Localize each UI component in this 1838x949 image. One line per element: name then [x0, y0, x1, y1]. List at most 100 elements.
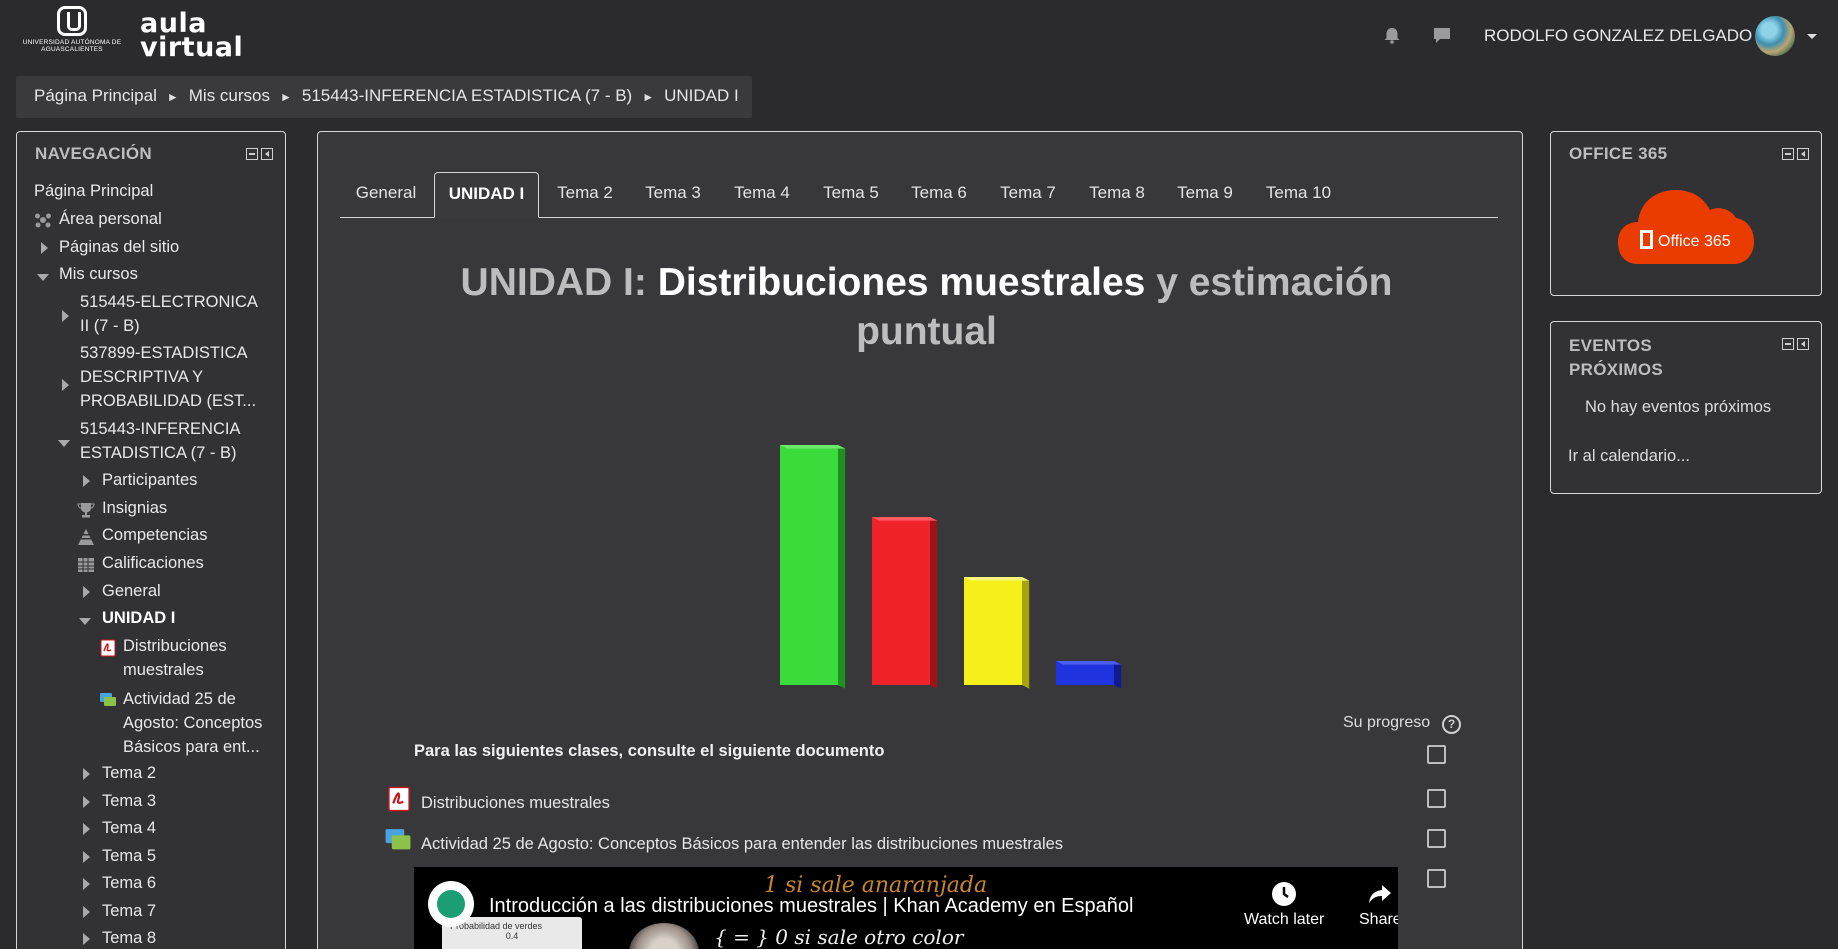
decorative-bar-top-4: [1056, 661, 1122, 665]
video-gumball-image: [629, 923, 699, 949]
tab-tema-4[interactable]: Tema 4: [720, 172, 804, 218]
nav-unidad-1[interactable]: UNIDAD I: [102, 606, 175, 630]
expand-arrow-icon[interactable]: [83, 475, 90, 487]
youtube-video-embed[interactable]: 1 si sale anaranjada Probabilidad de ver…: [414, 867, 1398, 949]
tab-tema-5[interactable]: Tema 5: [809, 172, 893, 218]
decorative-bar-side-4: [1114, 661, 1122, 689]
expand-arrow-icon[interactable]: [83, 823, 90, 835]
nav-course-inferencia[interactable]: 515443-INFERENCIA ESTADISTICA (7 - B): [80, 417, 240, 465]
messages-icon[interactable]: [1432, 25, 1452, 45]
nav-site-pages[interactable]: Páginas del sitio: [59, 235, 179, 259]
nav-tema-5[interactable]: Tema 5: [102, 844, 156, 868]
expand-arrow-icon[interactable]: [83, 933, 90, 945]
dashboard-icon: [35, 213, 51, 228]
collapse-block-icon[interactable]: [1782, 338, 1794, 350]
expand-arrow-icon[interactable]: [83, 851, 90, 863]
expand-arrow-icon[interactable]: [83, 586, 90, 598]
khan-academy-logo-icon[interactable]: [428, 881, 474, 927]
activity-link-distribuciones[interactable]: Distribuciones muestrales: [421, 794, 610, 813]
dock-block-icon[interactable]: [1797, 148, 1809, 160]
progress-label: Su progreso: [1343, 714, 1431, 731]
help-icon[interactable]: ?: [1442, 715, 1461, 734]
expand-arrow-icon[interactable]: [62, 310, 69, 322]
decorative-bar-side-2: [930, 517, 938, 689]
nav-home[interactable]: Página Principal: [34, 179, 153, 203]
university-logo-text: UNIVERSIDAD AUTÓNOMA DE AGUASCALIENTES: [22, 39, 122, 53]
breadcrumb-home[interactable]: Página Principal: [34, 86, 157, 105]
tab-tema-6[interactable]: Tema 6: [897, 172, 981, 218]
nav-tema-8[interactable]: Tema 8: [102, 926, 156, 949]
completion-checkbox[interactable]: [1427, 869, 1446, 888]
office365-cloud-logo[interactable]: Office 365: [1618, 180, 1754, 266]
notifications-icon[interactable]: [1382, 25, 1402, 45]
decorative-bar-3: [964, 577, 1022, 685]
collapse-arrow-icon[interactable]: [79, 618, 91, 625]
section-title-prefix: UNIDAD I:: [460, 261, 658, 304]
tab-tema-3[interactable]: Tema 3: [631, 172, 715, 218]
aula-virtual-logo[interactable]: aula virtual: [140, 10, 243, 61]
dock-block-icon[interactable]: [261, 148, 273, 160]
expand-arrow-icon[interactable]: [83, 796, 90, 808]
expand-arrow-icon[interactable]: [62, 379, 69, 391]
breadcrumb-section[interactable]: UNIDAD I: [664, 86, 739, 105]
tab-unidad-1[interactable]: UNIDAD I: [434, 172, 539, 218]
nav-resource-distribuciones[interactable]: Distribuciones muestrales: [123, 634, 227, 682]
collapse-arrow-icon[interactable]: [58, 440, 70, 447]
breadcrumb-my-courses[interactable]: Mis cursos: [189, 86, 270, 105]
tab-tema-7[interactable]: Tema 7: [986, 172, 1070, 218]
section-title-middle: y estimación: [1145, 261, 1393, 304]
video-title[interactable]: Introducción a las distribuciones muestr…: [489, 895, 1133, 918]
nav-badges[interactable]: Insignias: [102, 496, 167, 520]
expand-arrow-icon[interactable]: [83, 906, 90, 918]
activity-link-actividad[interactable]: Actividad 25 de Agosto: Conceptos Básico…: [421, 835, 1063, 854]
collapse-block-icon[interactable]: [246, 148, 258, 160]
tab-tema-10[interactable]: Tema 10: [1252, 172, 1345, 218]
share-label: Share: [1359, 911, 1398, 928]
nav-resource-actividad-line1: Actividad 25 de: [123, 690, 236, 708]
nav-general[interactable]: General: [102, 579, 161, 603]
completion-checkbox[interactable]: [1427, 789, 1446, 808]
nav-course-inferencia-line2: ESTADISTICA (7 - B): [80, 444, 237, 462]
events-block-title-line2: PRÓXIMOS: [1569, 360, 1664, 379]
nav-participants[interactable]: Participantes: [102, 468, 197, 492]
nav-grades[interactable]: Calificaciones: [102, 551, 204, 575]
nav-course-estadistica-line3: PROBABILIDAD (EST...: [80, 392, 257, 410]
breadcrumb-separator-icon: ►: [166, 90, 179, 104]
nav-course-estadistica[interactable]: 537899-ESTADISTICA DESCRIPTIVA Y PROBABI…: [80, 341, 256, 413]
user-avatar[interactable]: [1755, 16, 1795, 56]
nav-my-courses[interactable]: Mis cursos: [59, 262, 138, 286]
share-button[interactable]: Share: [1359, 881, 1398, 929]
tab-tema-9[interactable]: Tema 9: [1163, 172, 1247, 218]
nav-dashboard[interactable]: Área personal: [59, 207, 162, 231]
watch-later-button[interactable]: Watch later: [1244, 881, 1324, 929]
expand-arrow-icon[interactable]: [41, 242, 48, 254]
events-block-title: EVENTOS PRÓXIMOS: [1569, 334, 1663, 382]
nav-course-electronica[interactable]: 515445-ELECTRONICA II (7 - B): [80, 290, 258, 338]
completion-checkbox[interactable]: [1427, 829, 1446, 848]
expand-arrow-icon[interactable]: [83, 878, 90, 890]
tab-tema-2[interactable]: Tema 2: [543, 172, 627, 218]
university-logo[interactable]: UNIVERSIDAD AUTÓNOMA DE AGUASCALIENTES: [20, 6, 124, 56]
tab-general[interactable]: General: [340, 172, 432, 218]
nav-tema-3[interactable]: Tema 3: [102, 789, 156, 813]
collapse-arrow-icon[interactable]: [37, 274, 49, 281]
office365-block-title: OFFICE 365: [1569, 144, 1668, 163]
nav-tema-7[interactable]: Tema 7: [102, 899, 156, 923]
dock-block-icon[interactable]: [1797, 338, 1809, 350]
tab-tema-8[interactable]: Tema 8: [1075, 172, 1159, 218]
completion-checkbox[interactable]: [1427, 745, 1446, 764]
calendar-link[interactable]: Ir al calendario...: [1568, 447, 1690, 466]
nav-resource-actividad[interactable]: Actividad 25 de Agosto: Conceptos Básico…: [123, 687, 262, 759]
user-menu-caret-icon[interactable]: [1807, 34, 1817, 39]
nav-resource-actividad-line3: Básicos para ent...: [123, 738, 260, 756]
nav-tema-4[interactable]: Tema 4: [102, 816, 156, 840]
upcoming-events-block: EVENTOS PRÓXIMOS No hay eventos próximos…: [1550, 321, 1822, 494]
nav-competencies[interactable]: Competencias: [102, 523, 207, 547]
nav-tema-6[interactable]: Tema 6: [102, 871, 156, 895]
collapse-block-icon[interactable]: [1782, 148, 1794, 160]
nav-tema-2[interactable]: Tema 2: [102, 761, 156, 785]
decorative-bar-top-2: [872, 517, 938, 521]
user-menu-name[interactable]: RODOLFO GONZALEZ DELGADO: [1484, 26, 1752, 46]
expand-arrow-icon[interactable]: [83, 768, 90, 780]
breadcrumb-course[interactable]: 515443-INFERENCIA ESTADISTICA (7 - B): [302, 86, 632, 105]
